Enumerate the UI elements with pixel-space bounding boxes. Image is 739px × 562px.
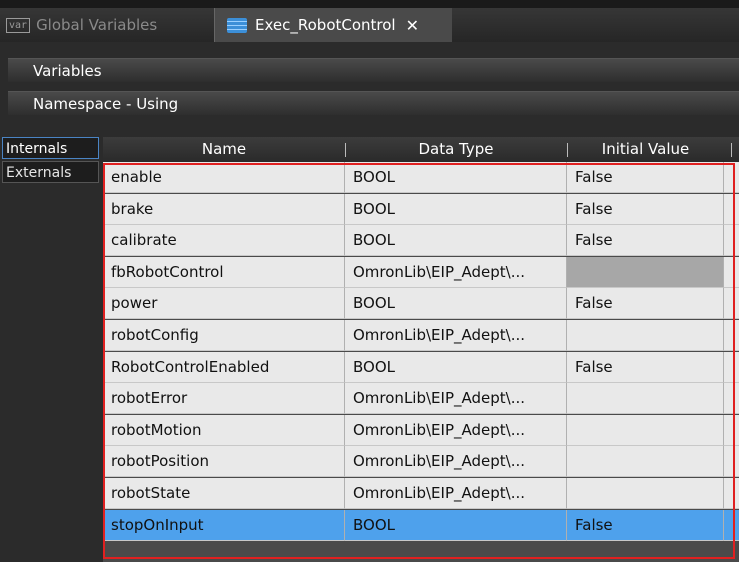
cell-name[interactable]: fbRobotControl xyxy=(103,256,345,288)
cell-name[interactable]: robotError xyxy=(103,383,345,415)
cell-name[interactable]: robotConfig xyxy=(103,320,345,351)
cell-extra-column[interactable] xyxy=(724,352,739,383)
table-row[interactable]: enable BOOL False xyxy=(103,162,739,193)
table-row[interactable]: robotConfig OmronLib\EIP_Adept\... xyxy=(103,320,739,351)
cell-name[interactable]: brake xyxy=(103,193,345,225)
column-header-name[interactable]: Name xyxy=(103,137,345,162)
cell-extra-column[interactable] xyxy=(724,510,739,541)
cell-name[interactable]: RobotControlEnabled xyxy=(103,351,345,383)
cell-initial-value[interactable] xyxy=(567,383,724,415)
table-header: Name Data Type Initial Value xyxy=(103,137,739,162)
cell-extra-column[interactable] xyxy=(724,288,739,320)
cell-data-type[interactable]: BOOL xyxy=(345,288,567,320)
cell-initial-value[interactable]: False xyxy=(567,509,724,541)
cell-initial-value[interactable]: False xyxy=(567,288,724,320)
cell-data-type[interactable]: BOOL xyxy=(345,351,567,383)
cell-initial-value[interactable]: False xyxy=(567,351,724,383)
cell-initial-value[interactable] xyxy=(567,478,724,509)
tab-global-variables[interactable]: var Global Variables xyxy=(0,8,214,42)
table-row[interactable]: robotPosition OmronLib\EIP_Adept\... xyxy=(103,446,739,478)
table-row[interactable]: stopOnInput BOOL False xyxy=(103,509,739,541)
cell-extra-column[interactable] xyxy=(724,383,739,415)
table-row[interactable]: robotMotion OmronLib\EIP_Adept\... xyxy=(103,414,739,446)
cell-data-type[interactable]: OmronLib\EIP_Adept\... xyxy=(345,256,567,288)
table-row[interactable]: brake BOOL False xyxy=(103,193,739,225)
cell-extra-column[interactable] xyxy=(724,446,739,478)
cell-initial-value[interactable]: False xyxy=(567,225,724,257)
variables-section-header[interactable]: Variables xyxy=(8,58,739,82)
tab-exec-robotcontrol[interactable]: Exec_RobotControl ✕ xyxy=(214,8,452,42)
cell-extra-column[interactable] xyxy=(724,415,739,446)
table-row[interactable]: RobotControlEnabled BOOL False xyxy=(103,351,739,383)
cell-initial-value[interactable] xyxy=(567,320,724,351)
document-icon xyxy=(227,17,247,33)
cell-data-type[interactable]: BOOL xyxy=(345,225,567,257)
cell-extra-column[interactable] xyxy=(724,257,739,288)
namespace-section-header[interactable]: Namespace - Using xyxy=(8,91,739,115)
tab-strip: var Global Variables Exec_RobotControl ✕ xyxy=(0,0,739,42)
cell-data-type[interactable]: OmronLib\EIP_Adept\... xyxy=(345,478,567,509)
cell-name[interactable]: robotMotion xyxy=(103,414,345,446)
tab-strip-top-edge xyxy=(0,0,739,8)
cell-data-type[interactable]: OmronLib\EIP_Adept\... xyxy=(345,383,567,415)
cell-data-type[interactable]: BOOL xyxy=(345,162,567,193)
cell-extra-column[interactable] xyxy=(724,162,739,193)
column-header-initial-value[interactable]: Initial Value xyxy=(567,137,724,162)
cell-data-type[interactable]: OmronLib\EIP_Adept\... xyxy=(345,446,567,478)
cell-name[interactable]: robotPosition xyxy=(103,446,345,478)
cell-extra-column[interactable] xyxy=(724,194,739,225)
cell-initial-value[interactable] xyxy=(567,256,724,288)
table-row[interactable]: fbRobotControl OmronLib\EIP_Adept\... xyxy=(103,256,739,288)
column-divider[interactable] xyxy=(731,143,732,157)
variables-table: Name Data Type Initial Value enable BOOL F… xyxy=(103,137,739,562)
cell-extra-column[interactable] xyxy=(724,225,739,257)
cell-initial-value[interactable]: False xyxy=(567,162,724,193)
cell-data-type[interactable]: OmronLib\EIP_Adept\... xyxy=(345,414,567,446)
cell-initial-value[interactable] xyxy=(567,446,724,478)
table-row[interactable]: calibrate BOOL False xyxy=(103,225,739,257)
tab-label: Global Variables xyxy=(36,16,158,34)
cell-extra-column[interactable] xyxy=(724,478,739,509)
cell-initial-value[interactable]: False xyxy=(567,193,724,225)
table-row[interactable]: robotError OmronLib\EIP_Adept\... xyxy=(103,383,739,415)
cell-name[interactable]: robotState xyxy=(103,478,345,509)
cell-data-type[interactable]: BOOL xyxy=(345,509,567,541)
cell-name[interactable]: power xyxy=(103,288,345,320)
var-icon: var xyxy=(6,17,31,33)
side-tab-externals[interactable]: Externals xyxy=(2,161,99,183)
cell-initial-value[interactable] xyxy=(567,414,724,446)
cell-name[interactable]: enable xyxy=(103,162,345,193)
column-header-data-type[interactable]: Data Type xyxy=(345,137,567,162)
cell-data-type[interactable]: BOOL xyxy=(345,193,567,225)
side-tab-internals[interactable]: Internals xyxy=(2,137,99,159)
cell-extra-column[interactable] xyxy=(724,320,739,351)
tab-label: Exec_RobotControl xyxy=(255,16,396,34)
cell-name[interactable]: stopOnInput xyxy=(103,509,345,541)
table-row[interactable]: power BOOL False xyxy=(103,288,739,320)
cell-name[interactable]: calibrate xyxy=(103,225,345,257)
cell-data-type[interactable]: OmronLib\EIP_Adept\... xyxy=(345,320,567,351)
table-row[interactable]: robotState OmronLib\EIP_Adept\... xyxy=(103,478,739,509)
close-icon[interactable]: ✕ xyxy=(406,16,419,35)
